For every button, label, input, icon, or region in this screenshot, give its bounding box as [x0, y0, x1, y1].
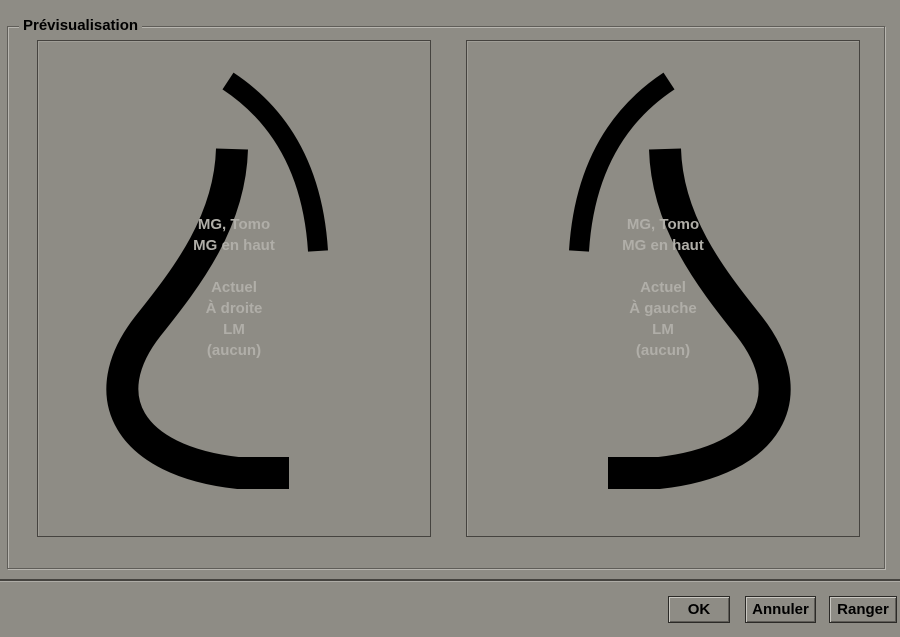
- preview-laterality-label: À droite: [205, 300, 263, 317]
- preview-laterality-label: À gauche: [629, 300, 697, 317]
- preview-group-title: Prévisualisation: [19, 16, 143, 36]
- preview-modality-label: MG, Tomo: [197, 216, 271, 233]
- store-button[interactable]: Ranger: [829, 596, 897, 623]
- preview-view-label: LM: [223, 321, 245, 338]
- preview-view-label: LM: [652, 321, 674, 338]
- preview-panel-left-breast: MG, Tomo MG en haut Actuel À gauche LM (…: [466, 40, 860, 537]
- preview-extra-label: (aucun): [206, 342, 262, 359]
- ok-button[interactable]: OK: [668, 596, 730, 623]
- preview-status-label: Actuel: [211, 279, 257, 296]
- preview-modality-label: MG, Tomo: [626, 216, 700, 233]
- preview-orientation-label: MG en haut: [622, 237, 704, 254]
- preview-panel-right-breast: MG, Tomo MG en haut Actuel À droite LM (…: [37, 40, 431, 537]
- preview-info-right: MG, Tomo MG en haut Actuel À gauche LM (…: [467, 214, 859, 361]
- preview-info-left: MG, Tomo MG en haut Actuel À droite LM (…: [38, 214, 430, 361]
- preview-status-label: Actuel: [640, 279, 686, 296]
- preview-orientation-label: MG en haut: [193, 237, 275, 254]
- preview-extra-label: (aucun): [635, 342, 691, 359]
- cancel-button[interactable]: Annuler: [745, 596, 816, 623]
